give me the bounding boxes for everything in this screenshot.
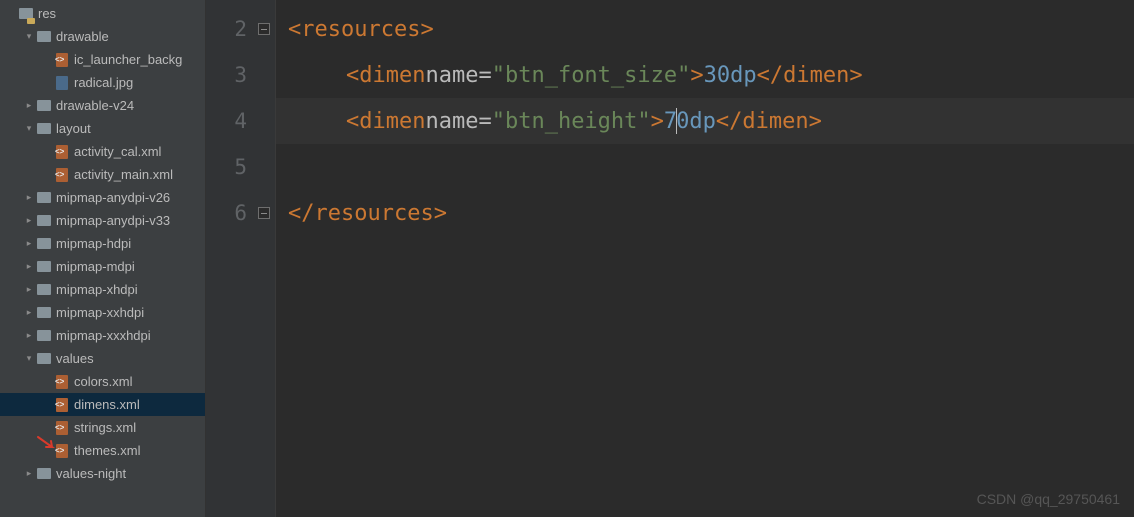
tree-item-themes-xml[interactable]: themes.xml <box>0 439 205 462</box>
tree-item-label: res <box>38 6 56 21</box>
tree-item-strings-xml[interactable]: strings.xml <box>0 416 205 439</box>
watermark-text: CSDN @qq_29750461 <box>977 491 1120 507</box>
folder-icon <box>36 190 52 206</box>
folder-icon <box>36 98 52 114</box>
editor-gutter: 23456 <box>206 0 276 517</box>
tree-item-mipmap-xxxhdpi[interactable]: ▸ mipmap-xxxhdpi <box>0 324 205 347</box>
folder-icon <box>36 259 52 275</box>
tree-item-label: mipmap-xxxhdpi <box>56 328 151 343</box>
tree-item-label: activity_main.xml <box>74 167 173 182</box>
line-number: 4 <box>206 98 275 144</box>
res-folder-icon <box>18 6 34 22</box>
tree-item-ic-launcher-backg[interactable]: ic_launcher_backg <box>0 48 205 71</box>
tree-item-values-night[interactable]: ▸ values-night <box>0 462 205 485</box>
line-number: 5 <box>206 144 275 190</box>
folder-icon <box>36 305 52 321</box>
tree-item-label: mipmap-mdpi <box>56 259 135 274</box>
chevron-right-icon[interactable]: ▸ <box>22 284 36 295</box>
chevron-right-icon[interactable]: ▸ <box>22 100 36 111</box>
project-tree-sidebar[interactable]: res▾drawableic_launcher_backgradical.jpg… <box>0 0 206 517</box>
fold-toggle-icon[interactable] <box>258 23 270 35</box>
tree-item-drawable[interactable]: ▾ drawable <box>0 25 205 48</box>
tree-item-values[interactable]: ▾ values <box>0 347 205 370</box>
tree-item-label: values-night <box>56 466 126 481</box>
chevron-right-icon[interactable]: ▸ <box>22 192 36 203</box>
chevron-down-icon[interactable]: ▾ <box>22 353 36 364</box>
tree-item-label: radical.jpg <box>74 75 133 90</box>
folder-icon <box>36 351 52 367</box>
tree-item-label: ic_launcher_backg <box>74 52 182 67</box>
xml-icon <box>54 443 70 459</box>
code-line[interactable] <box>276 144 1134 190</box>
code-editor[interactable]: 23456 <resources><dimen name="btn_font_s… <box>206 0 1134 517</box>
tree-item-res[interactable]: res <box>0 2 205 25</box>
chevron-right-icon[interactable]: ▸ <box>22 238 36 249</box>
folder-icon <box>36 328 52 344</box>
tree-item-label: drawable-v24 <box>56 98 134 113</box>
xml-icon <box>54 374 70 390</box>
code-line[interactable]: <resources> <box>276 6 1134 52</box>
folder-icon <box>36 121 52 137</box>
code-line[interactable]: <dimen name="btn_height">70dp</dimen> <box>276 98 1134 144</box>
tree-item-label: mipmap-xxhdpi <box>56 305 144 320</box>
code-line[interactable]: </resources> <box>276 190 1134 236</box>
folder-icon <box>36 213 52 229</box>
tree-item-layout[interactable]: ▾ layout <box>0 117 205 140</box>
tree-item-mipmap-xhdpi[interactable]: ▸ mipmap-xhdpi <box>0 278 205 301</box>
tree-item-mipmap-xxhdpi[interactable]: ▸ mipmap-xxhdpi <box>0 301 205 324</box>
chevron-right-icon[interactable]: ▸ <box>22 468 36 479</box>
tree-item-label: mipmap-anydpi-v33 <box>56 213 170 228</box>
tree-item-label: mipmap-xhdpi <box>56 282 138 297</box>
tree-item-activity-main-xml[interactable]: activity_main.xml <box>0 163 205 186</box>
tree-item-mipmap-anydpi-v33[interactable]: ▸ mipmap-anydpi-v33 <box>0 209 205 232</box>
tree-item-label: dimens.xml <box>74 397 140 412</box>
chevron-right-icon[interactable]: ▸ <box>22 261 36 272</box>
tree-item-radical-jpg[interactable]: radical.jpg <box>0 71 205 94</box>
line-number: 6 <box>206 190 275 236</box>
chevron-right-icon[interactable]: ▸ <box>22 307 36 318</box>
tree-item-label: activity_cal.xml <box>74 144 161 159</box>
xml-icon <box>54 420 70 436</box>
xml-icon <box>54 397 70 413</box>
xml-icon <box>54 52 70 68</box>
img-icon <box>54 75 70 91</box>
line-number: 3 <box>206 52 275 98</box>
folder-icon <box>36 466 52 482</box>
chevron-down-icon[interactable]: ▾ <box>22 123 36 134</box>
tree-item-label: strings.xml <box>74 420 136 435</box>
folder-icon <box>36 29 52 45</box>
tree-item-label: colors.xml <box>74 374 133 389</box>
folder-icon <box>36 282 52 298</box>
tree-item-dimens-xml[interactable]: dimens.xml <box>0 393 205 416</box>
folder-icon <box>36 236 52 252</box>
tree-item-mipmap-hdpi[interactable]: ▸ mipmap-hdpi <box>0 232 205 255</box>
line-number: 2 <box>206 6 275 52</box>
tree-item-label: themes.xml <box>74 443 140 458</box>
tree-item-label: values <box>56 351 94 366</box>
chevron-right-icon[interactable]: ▸ <box>22 215 36 226</box>
editor-code-area[interactable]: <resources><dimen name="btn_font_size">3… <box>276 0 1134 517</box>
xml-icon <box>54 144 70 160</box>
fold-toggle-icon[interactable] <box>258 207 270 219</box>
tree-item-label: layout <box>56 121 91 136</box>
tree-item-label: mipmap-hdpi <box>56 236 131 251</box>
tree-item-mipmap-mdpi[interactable]: ▸ mipmap-mdpi <box>0 255 205 278</box>
tree-item-mipmap-anydpi-v26[interactable]: ▸ mipmap-anydpi-v26 <box>0 186 205 209</box>
code-line[interactable]: <dimen name="btn_font_size">30dp</dimen> <box>276 52 1134 98</box>
tree-item-label: mipmap-anydpi-v26 <box>56 190 170 205</box>
tree-item-colors-xml[interactable]: colors.xml <box>0 370 205 393</box>
chevron-right-icon[interactable]: ▸ <box>22 330 36 341</box>
tree-item-label: drawable <box>56 29 109 44</box>
tree-item-drawable-v24[interactable]: ▸ drawable-v24 <box>0 94 205 117</box>
chevron-down-icon[interactable]: ▾ <box>22 31 36 42</box>
tree-item-activity-cal-xml[interactable]: activity_cal.xml <box>0 140 205 163</box>
xml-icon <box>54 167 70 183</box>
